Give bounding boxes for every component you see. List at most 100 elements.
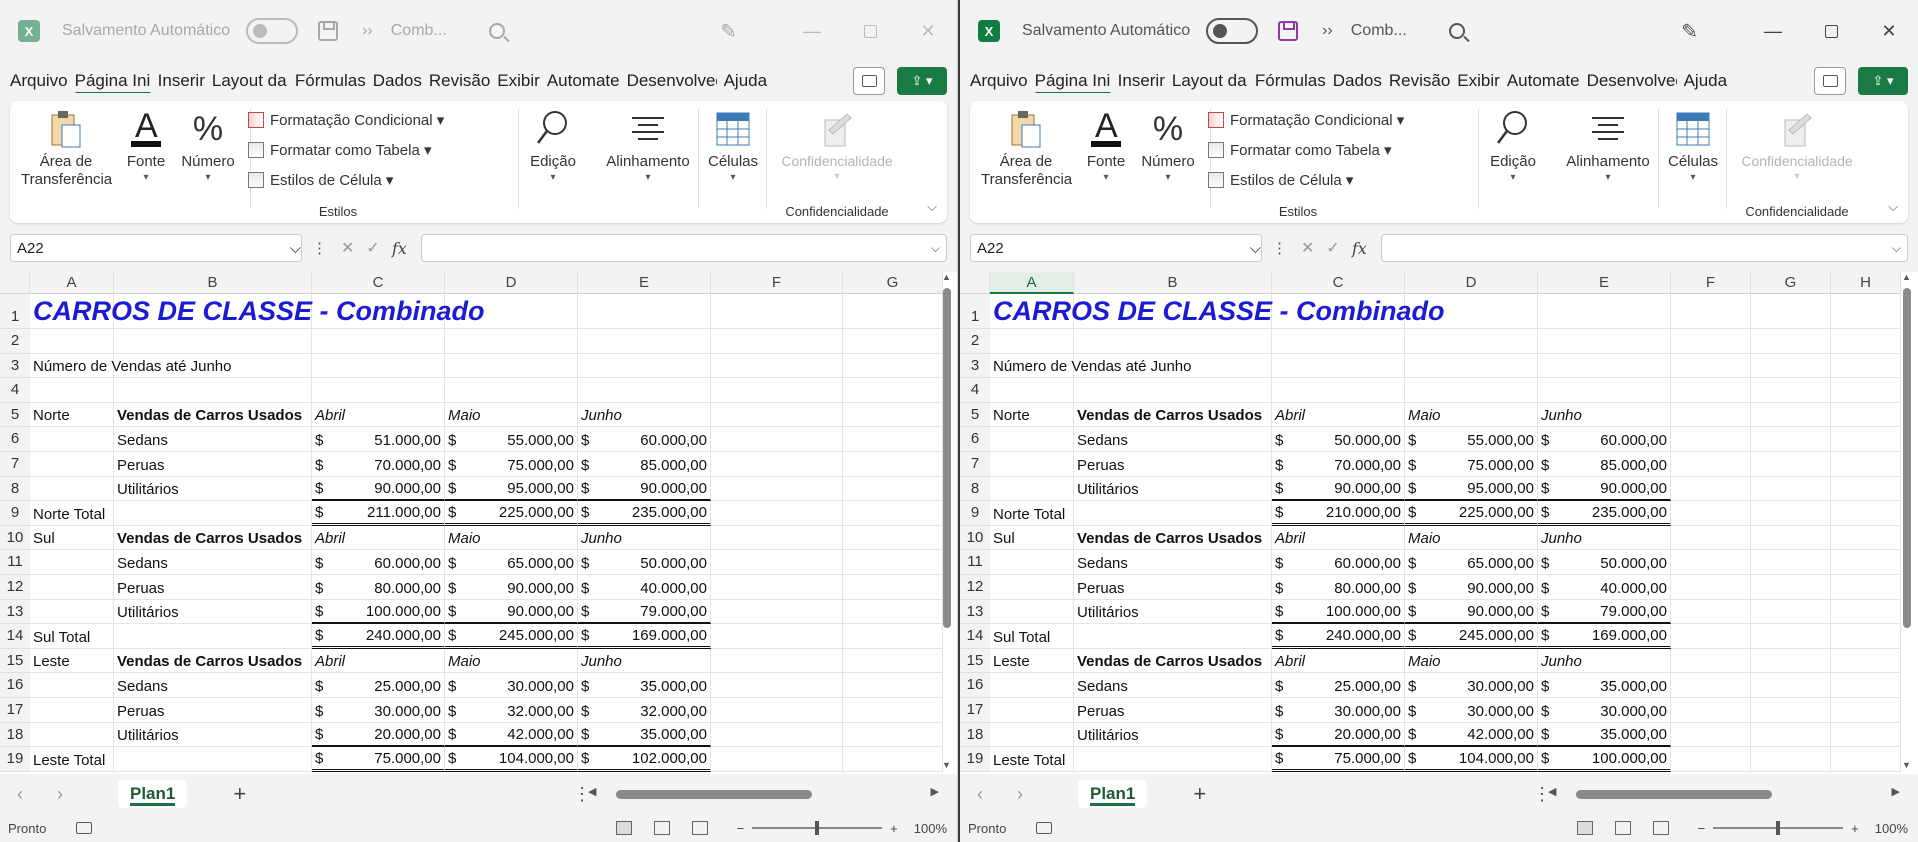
row-header-15[interactable]: 15 xyxy=(960,648,990,674)
row-header-6[interactable]: 6 xyxy=(0,427,30,452)
horizontal-scroll-thumb[interactable] xyxy=(1576,790,1772,799)
tab-pagina-inicial[interactable]: Página Inicial xyxy=(74,69,151,93)
grid-cell[interactable] xyxy=(711,698,843,723)
column-header-e[interactable]: E xyxy=(1538,272,1671,294)
grid-cell[interactable] xyxy=(1751,294,1831,329)
grid-cell[interactable] xyxy=(1671,599,1751,625)
zoom-slider-knob[interactable] xyxy=(1776,821,1781,835)
total-value-cell[interactable]: $240.000,00 xyxy=(312,624,445,649)
share-button[interactable]: ⇪ ▾ xyxy=(897,67,947,95)
header-cell[interactable]: Vendas de Carros Usados xyxy=(114,402,312,428)
row-header-3[interactable]: 3 xyxy=(0,353,30,379)
zoom-in-icon[interactable]: + xyxy=(1851,821,1859,836)
subtitle-cell[interactable]: Número de Vendas até Junho xyxy=(990,354,1290,379)
value-cell[interactable]: $30.000,00 xyxy=(312,698,445,723)
total-value-cell[interactable]: $104.000,00 xyxy=(445,747,578,772)
grid-cell[interactable] xyxy=(1831,575,1901,600)
share-button[interactable]: ⇪ ▾ xyxy=(1858,67,1908,95)
row-header-13[interactable]: 13 xyxy=(960,599,990,625)
grid-cell[interactable] xyxy=(1671,550,1751,575)
value-cell[interactable]: $25.000,00 xyxy=(312,673,445,698)
scroll-down-icon[interactable]: ▼ xyxy=(1902,760,1911,770)
grid-cell[interactable] xyxy=(1751,353,1831,379)
grid-cell[interactable] xyxy=(1751,599,1831,625)
value-cell[interactable]: $90.000,00 xyxy=(1405,599,1538,625)
value-cell[interactable]: $95.000,00 xyxy=(1405,476,1538,502)
page-layout-view-icon[interactable] xyxy=(653,821,670,835)
maximize-button[interactable] xyxy=(841,0,899,62)
grid-cell[interactable] xyxy=(990,722,1074,748)
formula-bar-grip-icon[interactable]: ⋮ xyxy=(1272,239,1287,257)
save-icon[interactable] xyxy=(318,21,339,41)
scroll-down-icon[interactable]: ▼ xyxy=(942,760,951,770)
grid-cell[interactable] xyxy=(990,427,1074,452)
value-cell[interactable]: $50.000,00 xyxy=(1538,550,1671,575)
document-title[interactable]: Comb... xyxy=(1351,22,1407,40)
grid-cell[interactable] xyxy=(711,722,843,748)
grid-cell[interactable] xyxy=(711,476,843,502)
tab-desenvolvedor[interactable]: Desenvolvedor xyxy=(627,69,717,93)
confidentiality-button[interactable]: Confidencialidade ▾ Confidencialidade xyxy=(772,101,902,223)
column-header-g[interactable]: G xyxy=(843,272,943,294)
value-cell[interactable]: $85.000,00 xyxy=(578,452,711,477)
grid-cell[interactable] xyxy=(1671,353,1751,379)
cancel-icon[interactable]: ✕ xyxy=(1301,238,1314,258)
grid-cell[interactable] xyxy=(30,698,114,723)
grid-cell[interactable] xyxy=(1671,673,1751,698)
pen-icon[interactable]: ✎ xyxy=(720,19,737,44)
item-cell[interactable]: Utilitários xyxy=(1074,476,1272,502)
region-cell[interactable]: Sul xyxy=(30,525,114,551)
column-header-b[interactable]: B xyxy=(114,272,312,294)
grid-cell[interactable] xyxy=(30,550,114,575)
grid-cell[interactable] xyxy=(30,452,114,477)
value-cell[interactable]: $35.000,00 xyxy=(578,673,711,698)
total-value-cell[interactable]: $240.000,00 xyxy=(1272,624,1405,649)
row-header-8[interactable]: 8 xyxy=(0,476,30,502)
grid-cell[interactable] xyxy=(843,648,943,674)
conditional-format-button[interactable]: Formatação Condicional ▾ xyxy=(248,105,468,135)
column-header-corner[interactable] xyxy=(0,272,30,294)
tab-formulas[interactable]: Fórmulas xyxy=(1255,69,1326,93)
grid-cell[interactable] xyxy=(1671,501,1751,526)
grid-cell[interactable] xyxy=(1831,722,1901,748)
row-header-6[interactable]: 6 xyxy=(960,427,990,452)
month-cell[interactable]: Maio xyxy=(445,648,578,674)
close-button[interactable]: ✕ xyxy=(1860,0,1918,62)
month-cell[interactable]: Abril xyxy=(312,525,445,551)
page-break-view-icon[interactable] xyxy=(1652,821,1669,835)
total-value-cell[interactable]: $210.000,00 xyxy=(1272,501,1405,526)
value-cell[interactable]: $60.000,00 xyxy=(312,550,445,575)
worksheet-grid[interactable]: A B C D E F G 1 2 3 4 5 6 7 8 9 10 11 12 13 14 15 16 17 18 19 CARR… xyxy=(0,272,957,774)
value-cell[interactable]: $32.000,00 xyxy=(445,698,578,723)
row-header-13[interactable]: 13 xyxy=(0,599,30,625)
grid-cell[interactable] xyxy=(843,353,943,379)
grid-cell[interactable] xyxy=(1831,648,1901,674)
grid-cell[interactable] xyxy=(711,747,843,772)
value-cell[interactable]: $90.000,00 xyxy=(1405,575,1538,600)
row-header-12[interactable]: 12 xyxy=(0,575,30,600)
value-cell[interactable]: $65.000,00 xyxy=(445,550,578,575)
insert-function-icon[interactable]: fx xyxy=(1352,239,1367,258)
value-cell[interactable]: $30.000,00 xyxy=(1538,698,1671,723)
value-cell[interactable]: $20.000,00 xyxy=(312,722,445,748)
column-header-e[interactable]: E xyxy=(578,272,711,294)
add-sheet-icon[interactable]: + xyxy=(1193,781,1206,807)
total-label-cell[interactable]: Leste Total xyxy=(30,747,312,772)
column-header-d[interactable]: D xyxy=(445,272,578,294)
row-header-1[interactable]: 1 xyxy=(0,294,30,329)
row-header-1[interactable]: 1 xyxy=(960,294,990,329)
total-label-cell[interactable]: Norte Total xyxy=(30,501,312,526)
item-cell[interactable]: Sedans xyxy=(1074,427,1272,452)
grid-cell[interactable] xyxy=(114,329,312,354)
scroll-right-icon[interactable]: ▶ xyxy=(1892,785,1900,798)
grid-cell[interactable] xyxy=(30,378,114,403)
item-cell[interactable]: Sedans xyxy=(1074,673,1272,698)
grid-cell[interactable] xyxy=(711,673,843,698)
row-header-5[interactable]: 5 xyxy=(960,402,990,428)
grid-cell[interactable] xyxy=(1272,329,1405,354)
value-cell[interactable]: $75.000,00 xyxy=(1405,452,1538,477)
row-header-14[interactable]: 14 xyxy=(0,624,30,649)
grid-cell[interactable] xyxy=(1831,599,1901,625)
column-header-f[interactable]: F xyxy=(711,272,843,294)
tab-ajuda[interactable]: Ajuda xyxy=(724,69,767,93)
